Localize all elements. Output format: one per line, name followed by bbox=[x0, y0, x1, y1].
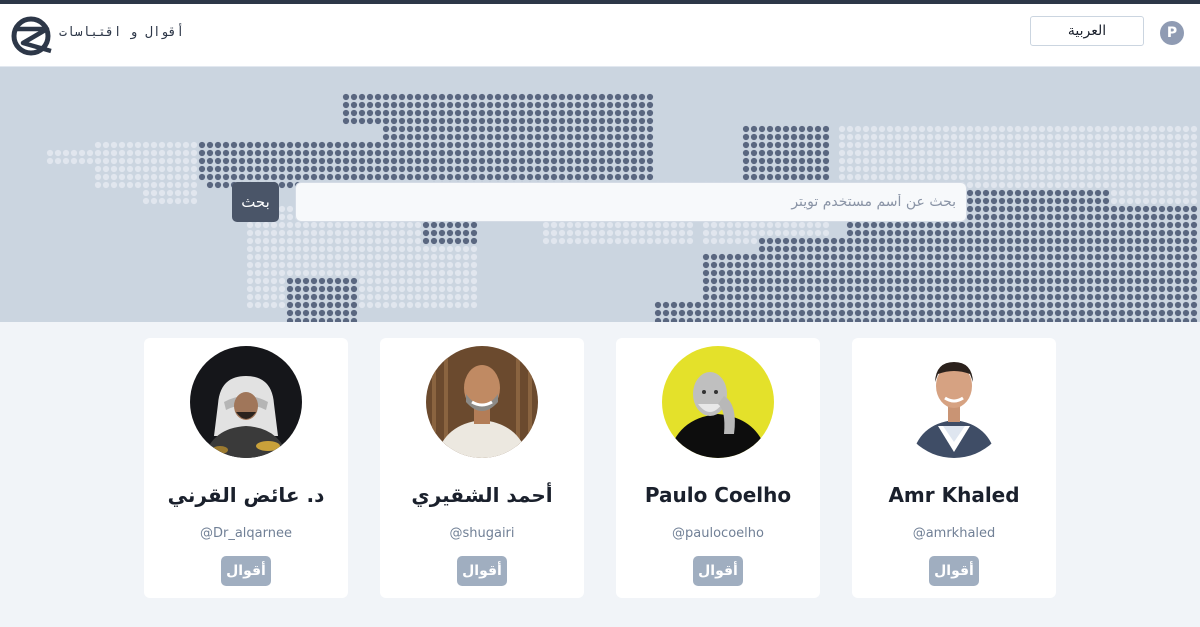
search-input[interactable] bbox=[295, 182, 967, 222]
quotes-button[interactable]: أقوال bbox=[457, 556, 507, 586]
profile-handle[interactable]: @amrkhaled bbox=[852, 526, 1056, 541]
quotes-button[interactable]: أقوال bbox=[221, 556, 271, 586]
quotes-button[interactable]: أقوال bbox=[693, 556, 743, 586]
avatar[interactable] bbox=[898, 346, 1010, 458]
site-logo-icon[interactable] bbox=[11, 15, 53, 57]
site-header: أقوال و اقتباسات العربية P bbox=[0, 4, 1200, 67]
profile-card: Amr Khaled @amrkhaled أقوال bbox=[852, 338, 1056, 598]
language-selector[interactable]: العربية bbox=[1030, 16, 1144, 46]
avatar[interactable] bbox=[426, 346, 538, 458]
profile-name: د. عائض القرني bbox=[167, 483, 325, 507]
profile-handle[interactable]: @Dr_alqarnee bbox=[144, 526, 348, 541]
profile-handle[interactable]: @shugairi bbox=[380, 526, 584, 541]
profile-card: Paulo Coelho @paulocoelho أقوال bbox=[616, 338, 820, 598]
search-button[interactable]: بحث bbox=[232, 182, 279, 222]
profile-name: أحمد الشقيري bbox=[411, 483, 553, 507]
site-brand-text[interactable]: أقوال و اقتباسات bbox=[59, 25, 184, 40]
profile-handle[interactable]: @paulocoelho bbox=[616, 526, 820, 541]
quotes-button[interactable]: أقوال bbox=[929, 556, 979, 586]
profile-name: Paulo Coelho bbox=[644, 483, 792, 507]
profile-name: Amr Khaled bbox=[888, 483, 1020, 507]
avatar[interactable] bbox=[190, 346, 302, 458]
profile-card: أحمد الشقيري @shugairi أقوال bbox=[380, 338, 584, 598]
pinterest-icon[interactable]: P bbox=[1160, 21, 1184, 45]
hero-world-map: بحث bbox=[0, 67, 1200, 322]
avatar[interactable] bbox=[662, 346, 774, 458]
profile-card: د. عائض القرني @Dr_alqarnee أقوال bbox=[144, 338, 348, 598]
